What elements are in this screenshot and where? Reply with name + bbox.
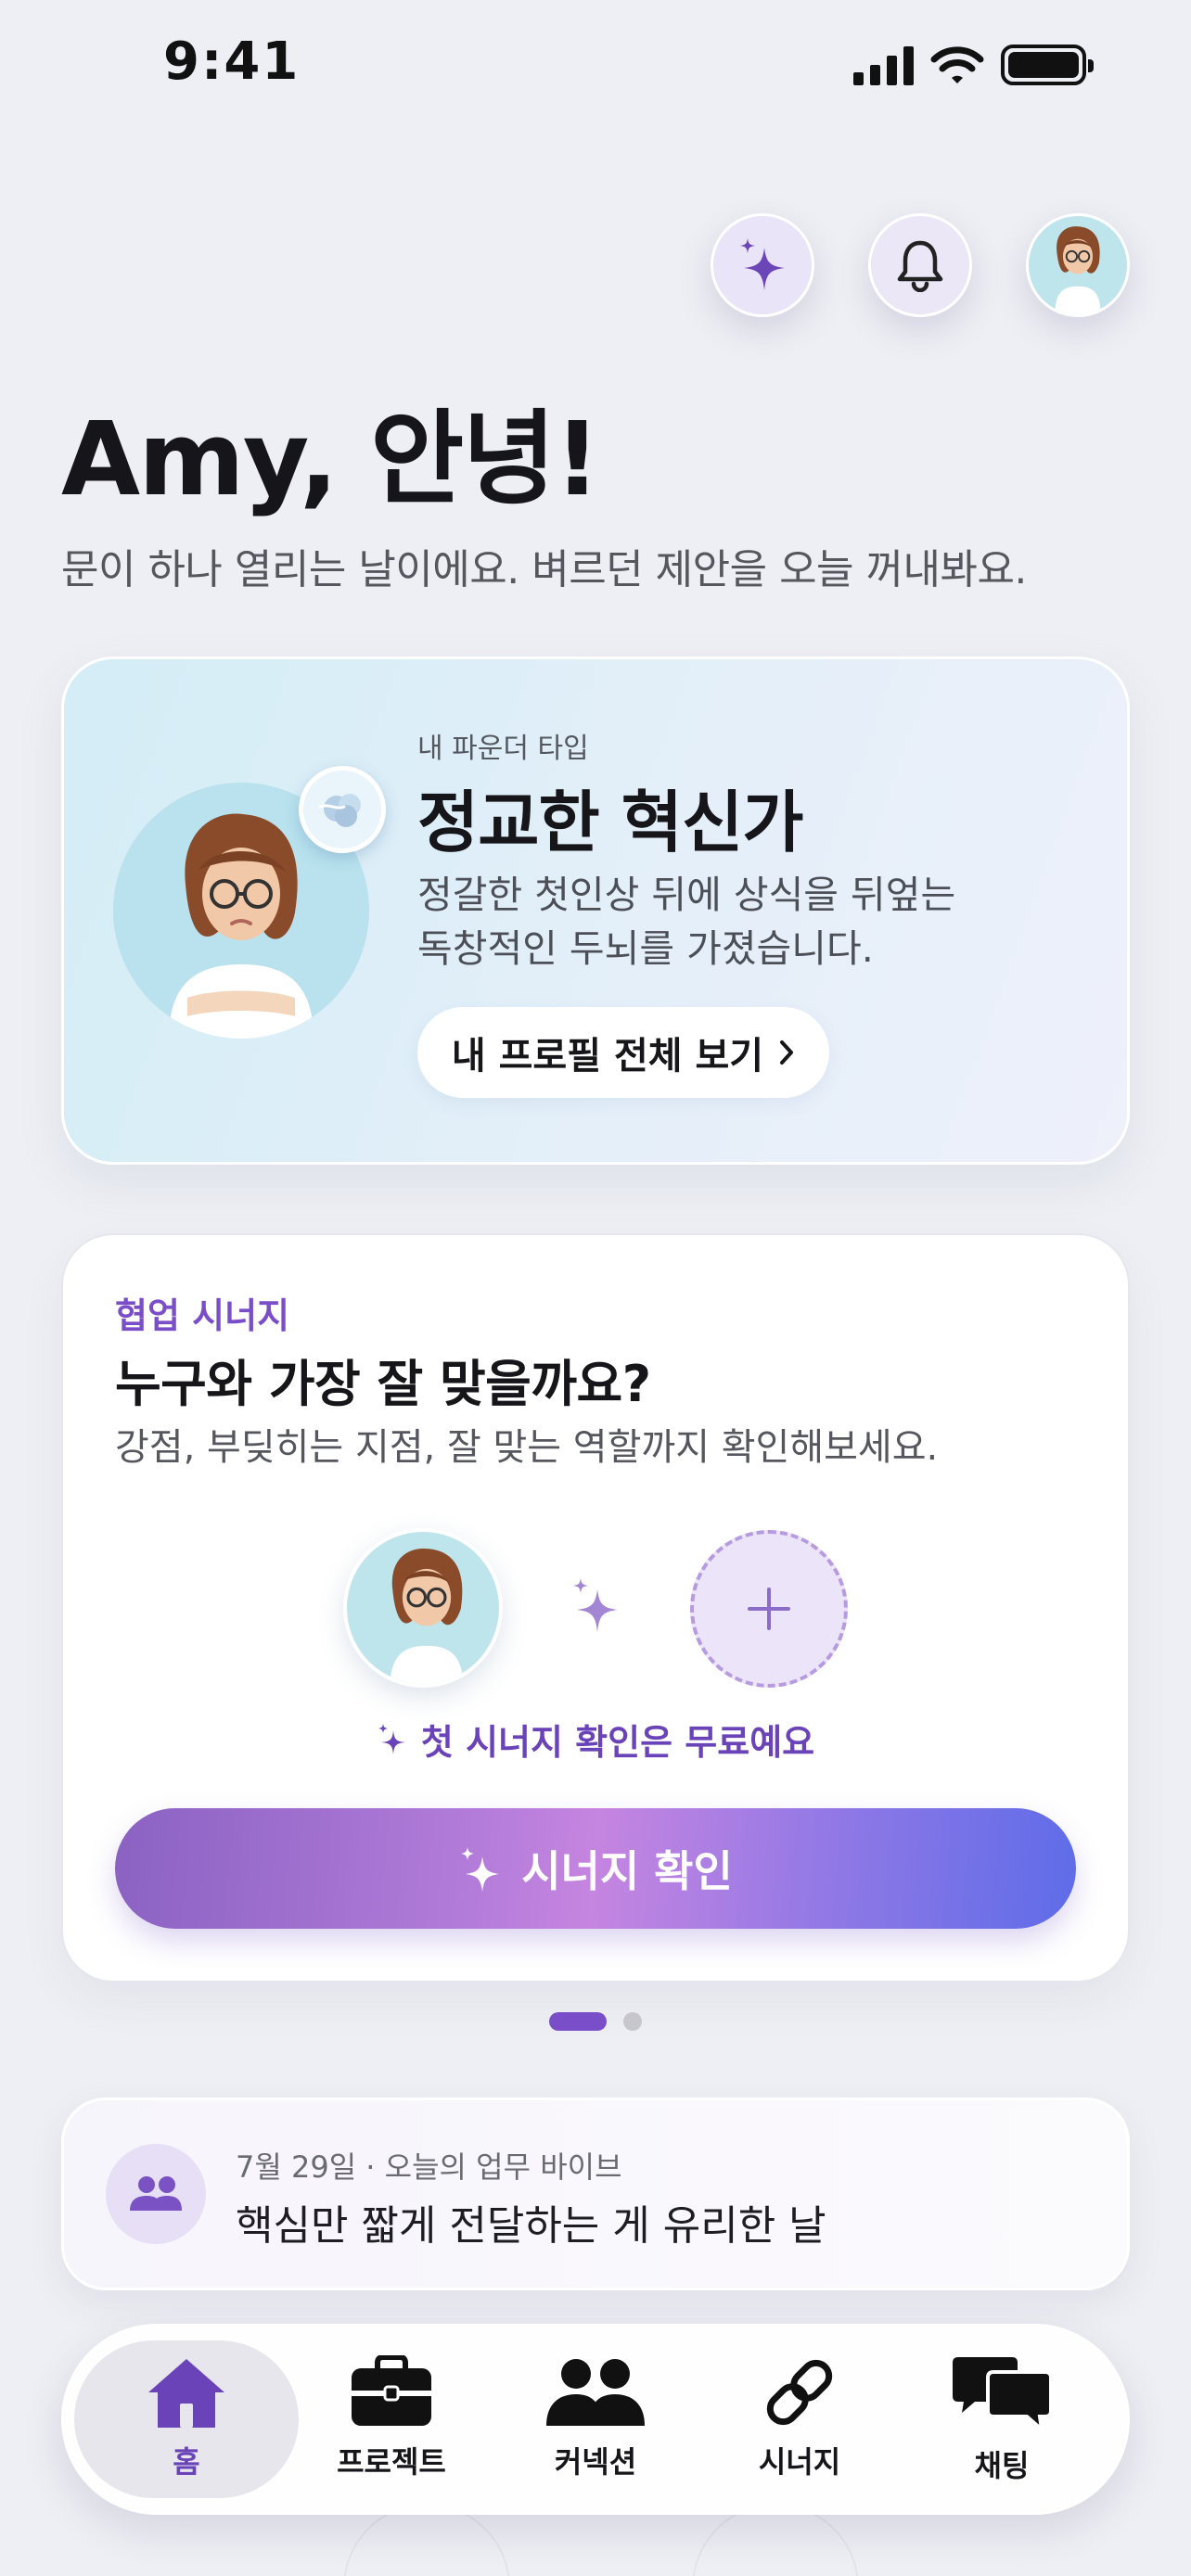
chevron-right-icon [780,1040,794,1065]
home-icon [148,2359,224,2428]
greeting-subtitle: 문이 하나 열리는 날이에요. 벼르던 제안을 오늘 꺼내봐요. [61,546,1027,593]
description-line-2: 독창적인 두뇌를 가졌습니다. [417,926,874,971]
bell-icon [897,240,943,292]
people-icon [130,2176,182,2211]
avatar [1055,226,1101,314]
chat-icon [953,2357,1053,2433]
my-avatar [343,1528,503,1688]
battery-icon [1001,45,1094,85]
free-synergy-note-text: 첫 시너지 확인은 무료예요 [420,1722,815,1763]
status-icons [853,39,1098,91]
tab-synergy[interactable]: 시너지 [707,2355,892,2494]
synergy-title: 누구와 가장 잘 맞을까요? [115,1355,651,1413]
tab-connections[interactable]: 커넥션 [503,2355,688,2494]
team-icon-badge [106,2144,206,2244]
tab-synergy-label: 시너지 [758,2444,841,2480]
founder-type-name: 정교한 혁신가 [417,784,804,861]
profile-avatar-button[interactable] [1026,213,1130,317]
tab-projects[interactable]: 프로젝트 [299,2355,484,2494]
briefcase-icon [352,2355,431,2426]
wifi-icon [930,46,984,83]
view-full-profile-button[interactable]: 내 프로필 전체 보기 [417,1007,829,1098]
tab-projects-label: 프로젝트 [337,2444,446,2480]
check-synergy-button[interactable]: 시너지 확인 [115,1808,1076,1929]
pager-dot-active[interactable] [549,2012,607,2031]
people-icon [546,2359,645,2426]
link-icon [766,2359,833,2426]
founder-type-description: 정갈한 첫인상 뒤에 상식을 뒤엎는 독창적인 두뇌를 가졌습니다. [417,868,1030,976]
status-time: 9:41 [163,32,301,92]
sparkle-icon [573,1578,618,1632]
cloud-wind-icon [318,794,361,827]
vibe-date: 7월 29일 · 오늘의 업무 바이브 [236,2149,622,2185]
greeting-title: Amy, 안녕! [61,400,601,518]
check-synergy-label: 시너지 확인 [521,1846,733,1896]
notifications-button[interactable] [868,213,972,317]
founder-type-label: 내 파운더 타입 [417,733,589,765]
tab-home[interactable]: 홈 [94,2355,279,2494]
cellular-signal-icon [853,45,914,85]
add-partner-button[interactable] [690,1530,848,1688]
avatar-image [390,1548,464,1684]
sparkle-icon [740,238,785,290]
description-line-1: 정갈한 첫인상 뒤에 상식을 뒤엎는 [417,873,956,917]
tab-connections-label: 커넥션 [554,2444,637,2480]
element-badge-icon [299,766,386,853]
vibe-message: 핵심만 짧게 전달하는 게 유리한 날 [236,2202,826,2250]
view-full-profile-label: 내 프로필 전체 보기 [451,1035,764,1078]
free-synergy-note: 첫 시너지 확인은 무료예요 [0,1714,1191,1765]
plus-icon [748,1588,790,1630]
tab-home-label: 홈 [173,2444,200,2480]
tab-chat-label: 채팅 [974,2448,1030,2483]
pager-dot[interactable] [623,2012,642,2031]
sparkle-icon [461,1847,500,1892]
synergy-tag: 협업 시너지 [115,1295,290,1336]
tab-chat[interactable]: 채팅 [909,2355,1095,2494]
sparkle-icon [378,1723,405,1754]
synergy-description: 강점, 부딪히는 지점, 잘 맞는 역할까지 확인해보세요. [115,1426,939,1469]
ai-sparkle-button[interactable] [711,213,814,317]
